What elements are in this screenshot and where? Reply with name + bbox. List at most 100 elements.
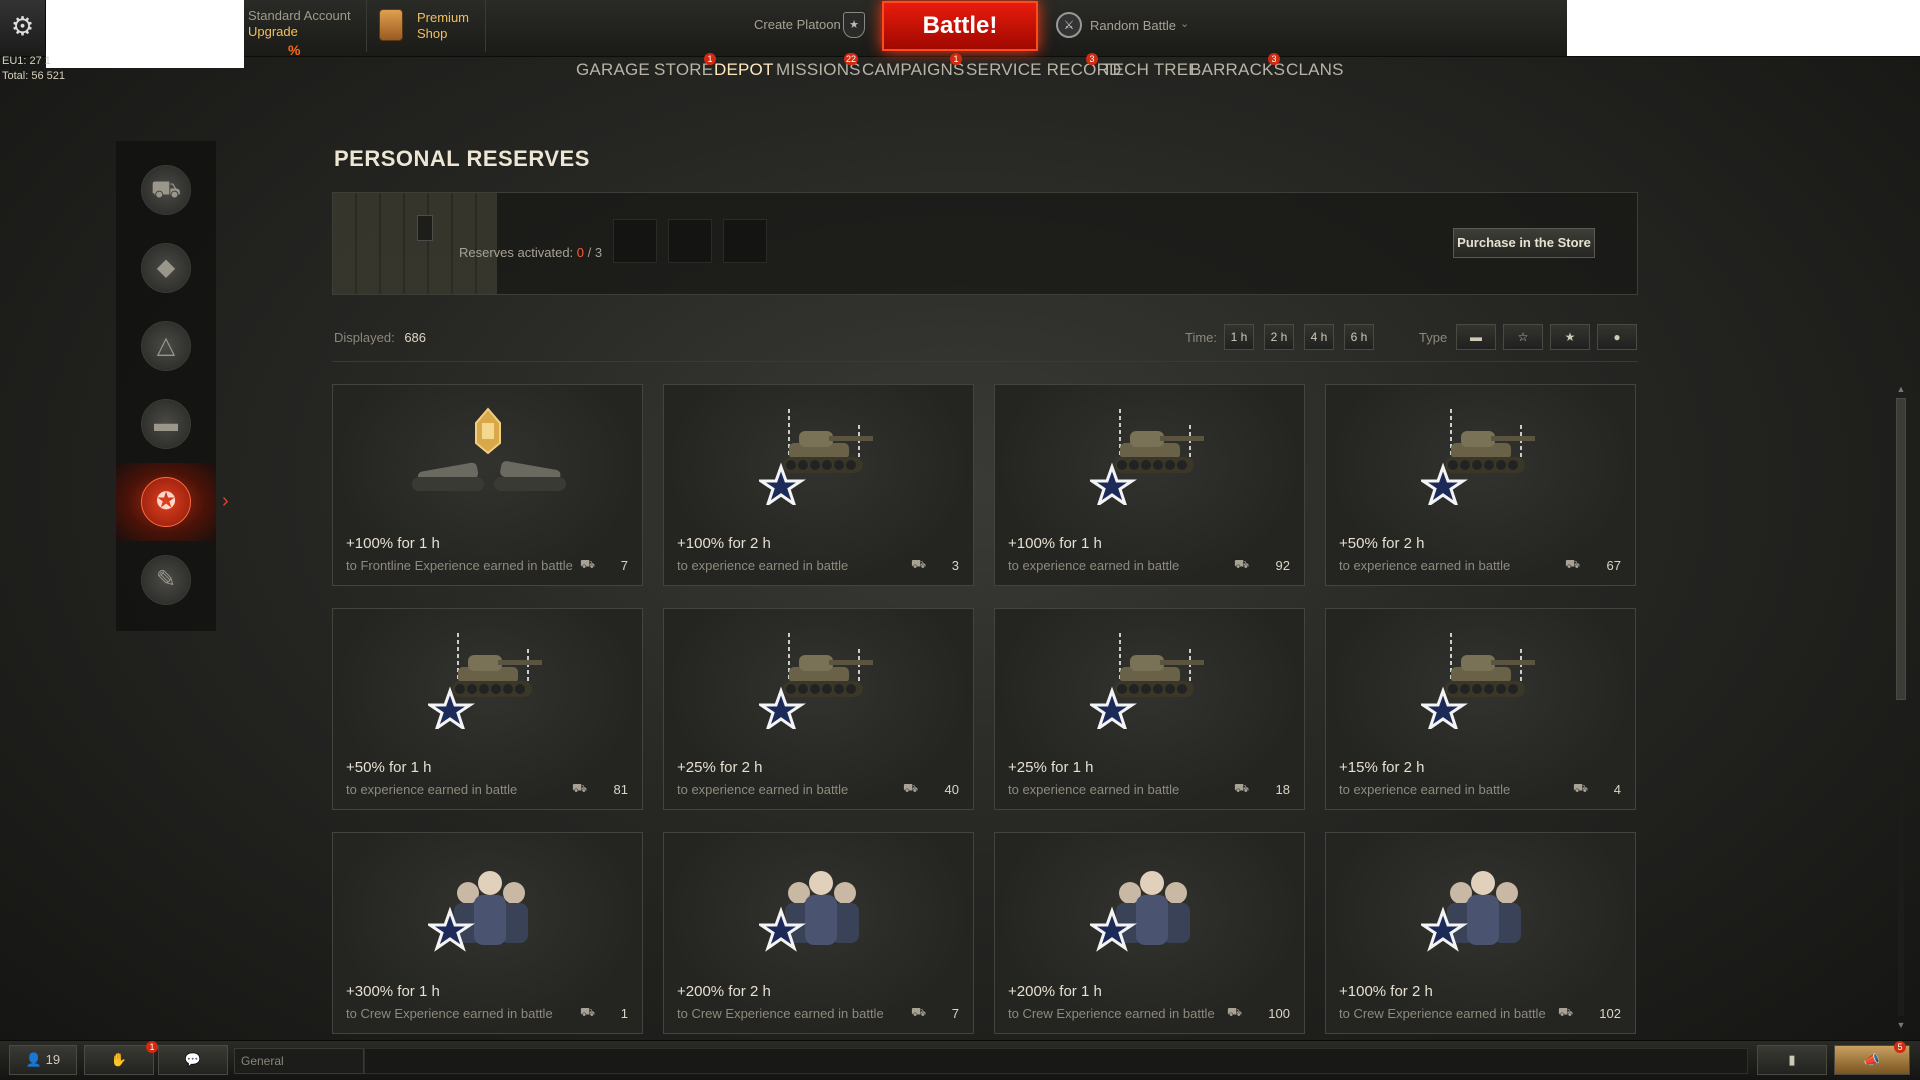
reserve-title: +25% for 1 h — [1008, 759, 1094, 776]
tank-star-icon — [1087, 405, 1212, 508]
reserve-card[interactable]: +25% for 2 h to experience earned in batt… — [663, 608, 974, 810]
chat-button[interactable]: 💬 — [158, 1045, 228, 1075]
sidebar-item-customization[interactable]: ✎ — [116, 541, 216, 619]
reserve-card[interactable]: +100% for 1 h to experience earned in bat… — [994, 384, 1305, 586]
platoon-shield-icon[interactable]: ★ — [843, 12, 865, 38]
reserve-card[interactable]: +50% for 1 h to experience earned in batt… — [332, 608, 643, 810]
time-filter-4h[interactable]: 4 h — [1304, 324, 1334, 350]
reserve-card[interactable]: +15% for 2 h to experience earned in batt… — [1325, 608, 1636, 810]
equipment-icon: ◆ — [141, 243, 191, 293]
reserve-description: to experience earned in battle — [1008, 782, 1180, 797]
reserve-slot[interactable] — [613, 219, 657, 263]
reserve-slot[interactable] — [668, 219, 712, 263]
reserve-title: +50% for 1 h — [346, 759, 432, 776]
contacts-button[interactable]: 👤 19 — [9, 1045, 77, 1075]
reserve-description: to experience earned in battle — [677, 558, 849, 573]
reserve-card[interactable]: +100% for 1 h to Frontline Experience ear… — [332, 384, 643, 586]
reserve-title: +200% for 2 h — [677, 983, 771, 1000]
tank-count-icon: ⛟ — [903, 781, 919, 795]
battle-button[interactable]: Battle! — [882, 1, 1038, 51]
nav-badge: 22 — [844, 53, 859, 65]
nav-clans[interactable]: CLANS — [1286, 60, 1344, 80]
sidebar-item-vehicles[interactable]: ⛟ — [116, 151, 216, 229]
reserves-activated-max: 3 — [594, 245, 603, 260]
type-filter-label: Type — [1419, 330, 1448, 345]
nav-badge: 3 — [1268, 53, 1280, 65]
server-info: EU1: 27 1 Total: 56 521 — [2, 54, 65, 84]
nav-store[interactable]: STORE — [654, 60, 713, 80]
bottom-bar: 👤 19 ✋ 1 💬 General ▮ 📣 5 — [0, 1040, 1920, 1080]
crew-star-icon — [1087, 853, 1212, 953]
tank-count-icon: ⛟ — [1573, 781, 1589, 795]
time-filter-2h[interactable]: 2 h — [1264, 324, 1294, 350]
battle-mode-label: Random Battle — [1090, 18, 1176, 33]
reserve-title: +100% for 2 h — [1339, 983, 1433, 1000]
time-filter-6h[interactable]: 6 h — [1344, 324, 1374, 350]
notifications-badge: 5 — [1894, 1041, 1906, 1053]
reserves-activated-label: Reserves activated: — [459, 245, 574, 260]
reserve-card[interactable]: +200% for 2 h to Crew Experience earned i… — [663, 832, 974, 1034]
time-filter-1h[interactable]: 1 h — [1224, 324, 1254, 350]
premium-shop-label-2: Shop — [417, 26, 448, 41]
reserve-slot[interactable] — [723, 219, 767, 263]
reserve-description: to experience earned in battle — [677, 782, 849, 797]
tank-count-icon: ⛟ — [911, 557, 927, 571]
reserve-count: 100 — [1268, 1006, 1290, 1021]
scroll-down-arrow[interactable]: ▼ — [1894, 1020, 1908, 1032]
reserve-card[interactable]: +50% for 2 h to experience earned in batt… — [1325, 384, 1636, 586]
crew-star-icon — [425, 853, 550, 953]
sidebar-item-equipment[interactable]: ◆ — [116, 229, 216, 307]
reserve-card[interactable]: +100% for 2 h to Crew Experience earned i… — [1325, 832, 1636, 1034]
reserve-description: to experience earned in battle — [346, 782, 518, 797]
filter-bar: Displayed: 686 Time: 1 h 2 h 4 h 6 h Typ… — [332, 320, 1638, 362]
depot-sidebar: ⛟ ◆ △ ▬ ✪ ✎ — [116, 141, 216, 631]
nav-badge: 1 — [950, 53, 962, 65]
reserves-activated-current: 0 — [576, 245, 585, 260]
reserve-description: to Crew Experience earned in battle — [1339, 1006, 1546, 1021]
nav-service-record[interactable]: SERVICE RECORD — [966, 60, 1122, 80]
time-filter-label: Time: — [1185, 330, 1218, 345]
nav-tech-tree[interactable]: TECH TREE — [1102, 60, 1200, 80]
chat-channel-field[interactable]: General — [234, 1048, 364, 1074]
server-name: EU1: 27 1 — [2, 55, 51, 67]
sidebar-item-tank[interactable]: ▬ — [116, 385, 216, 463]
reserves-grid: +100% for 1 h to Frontline Experience ear… — [332, 384, 1638, 1034]
scroll-up-arrow[interactable]: ▲ — [1894, 384, 1908, 396]
reserve-count: 102 — [1599, 1006, 1621, 1021]
scroll-thumb[interactable] — [1896, 398, 1906, 700]
account-status[interactable]: Standard Account Upgrade % — [246, 8, 364, 58]
nav-campaigns[interactable]: CAMPAIGNS — [862, 60, 965, 80]
clan-button[interactable]: ✋ — [84, 1045, 154, 1075]
reserve-title: +100% for 1 h — [346, 535, 440, 552]
purchase-in-store-button[interactable]: Purchase in the Store — [1453, 228, 1595, 258]
sidebar-item-blueprints[interactable]: △ — [116, 307, 216, 385]
tank-count-icon: ⛟ — [580, 557, 596, 571]
displayed-count: Displayed: 686 — [334, 330, 426, 345]
reserves-panel: Reserves activated: 0 / 3 Purchase in th… — [332, 192, 1638, 295]
create-platoon-button[interactable]: Create Platoon — [754, 17, 841, 32]
premium-shop-button[interactable]: Premium Shop — [366, 0, 486, 52]
reserve-card[interactable]: +200% for 1 h to Crew Experience earned i… — [994, 832, 1305, 1034]
settings-gear-icon[interactable]: ⚙ — [0, 0, 46, 52]
chat-input-area[interactable] — [364, 1048, 1748, 1074]
reserve-card[interactable]: +25% for 1 h to experience earned in batt… — [994, 608, 1305, 810]
session-stats-button[interactable]: ▮ — [1757, 1045, 1827, 1075]
credits-icon[interactable]: ● — [1597, 324, 1637, 350]
page-title: PERSONAL RESERVES — [334, 146, 590, 171]
crew-experience-icon[interactable]: ☆ — [1503, 324, 1543, 350]
nav-depot[interactable]: DEPOT — [714, 60, 774, 80]
reserve-title: +100% for 1 h — [1008, 535, 1102, 552]
tank-star-icon — [1418, 629, 1543, 732]
tank-count-icon: ⛟ — [1234, 781, 1250, 795]
star-icon[interactable]: ★ — [1550, 324, 1590, 350]
scrollbar[interactable]: ▲ ▼ — [1894, 384, 1908, 1030]
account-upgrade-link[interactable]: Upgrade — [248, 24, 364, 40]
reserve-card[interactable]: +100% for 2 h to experience earned in bat… — [663, 384, 974, 586]
chevron-right-icon[interactable]: › — [222, 490, 229, 513]
tank-count-icon: ⛟ — [1558, 1005, 1574, 1019]
reserve-title: +50% for 2 h — [1339, 535, 1425, 552]
reserve-card[interactable]: +300% for 1 h to Crew Experience earned i… — [332, 832, 643, 1034]
nav-garage[interactable]: GARAGE — [576, 60, 650, 80]
tank-experience-icon[interactable]: ▬ — [1456, 324, 1496, 350]
sidebar-item-personal-reserves[interactable]: ✪ — [116, 463, 216, 541]
